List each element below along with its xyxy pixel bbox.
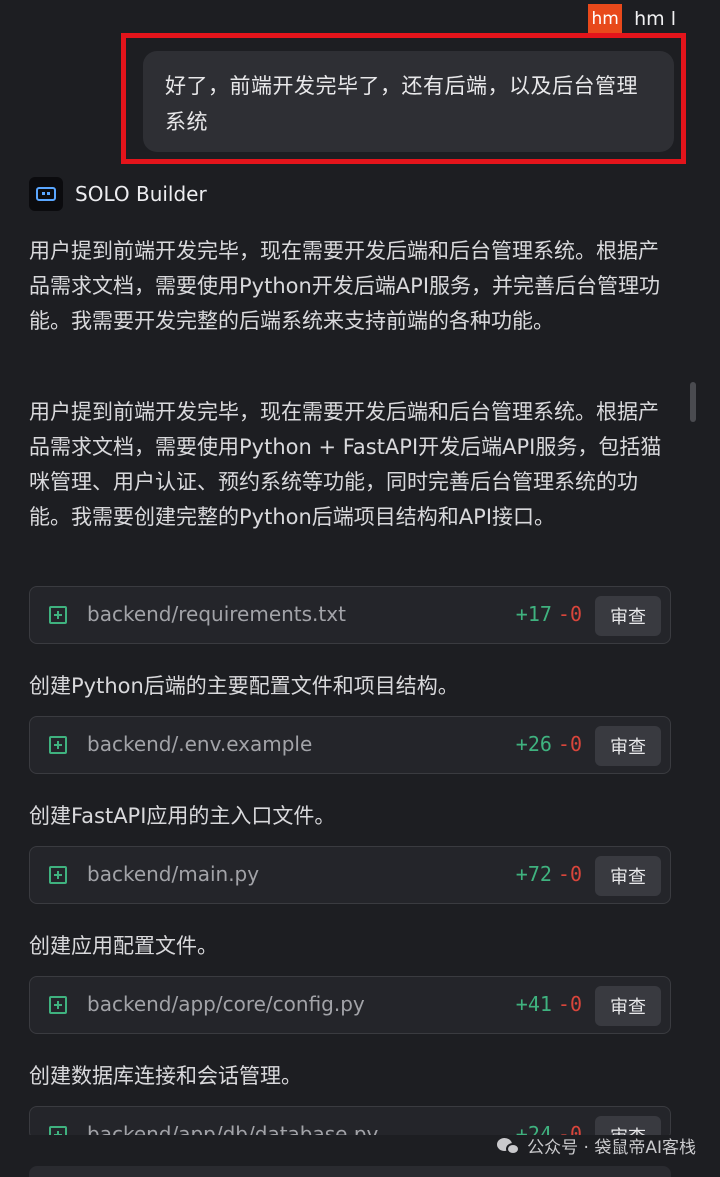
diff-stats: +17 -0 — [516, 602, 582, 626]
user-message: 好了，前端开发完毕了，还有后端，以及后台管理系统 — [143, 51, 674, 152]
username: hm l — [634, 8, 676, 30]
lines-added: +41 — [515, 992, 552, 1016]
watermark: 公众号 · 袋鼠帝AI客栈 — [497, 1133, 696, 1158]
avatar[interactable]: hm — [588, 4, 623, 34]
review-button[interactable]: 审查 — [595, 596, 661, 636]
chat-input[interactable] — [29, 1166, 671, 1177]
diff-stats: +41 -0 — [516, 992, 582, 1016]
file-add-icon — [49, 736, 67, 754]
lines-added: +26 — [515, 732, 552, 756]
file-change-card[interactable]: backend/requirements.txt +17 -0 审查 — [29, 586, 671, 644]
assistant-name: SOLO Builder — [75, 182, 207, 206]
file-change-card[interactable]: backend/.env.example +26 -0 审查 — [29, 716, 671, 774]
lines-added: +17 — [515, 602, 552, 626]
diff-stats: +26 -0 — [516, 732, 582, 756]
assistant-header: SOLO Builder — [29, 177, 207, 211]
watermark-text: 公众号 · 袋鼠帝AI客栈 — [527, 1138, 696, 1158]
wechat-icon — [497, 1136, 521, 1156]
lines-removed: -0 — [557, 732, 582, 756]
file-change-card[interactable]: backend/main.py +72 -0 审查 — [29, 846, 671, 904]
review-button[interactable]: 审查 — [595, 986, 661, 1026]
assistant-paragraph: 用户提到前端开发完毕，现在需要开发后端和后台管理系统。根据产品需求文档，需要使用… — [29, 400, 662, 529]
scrollbar[interactable] — [690, 382, 696, 422]
file-path[interactable]: backend/app/core/config.py — [87, 992, 365, 1016]
user-header: hm hm l — [588, 4, 676, 34]
step-description: 创建Python后端的主要配置文件和项目结构。 — [29, 674, 459, 698]
review-button[interactable]: 审查 — [595, 726, 661, 766]
lines-removed: -0 — [557, 602, 582, 626]
file-add-icon — [49, 606, 67, 624]
file-add-icon — [49, 996, 67, 1014]
lines-removed: -0 — [557, 992, 582, 1016]
step-description: 创建数据库连接和会话管理。 — [29, 1064, 302, 1088]
lines-added: +72 — [515, 862, 552, 886]
assistant-paragraph: 用户提到前端开发完毕，现在需要开发后端和后台管理系统。根据产品需求文档，需要使用… — [29, 239, 661, 333]
file-path[interactable]: backend/requirements.txt — [87, 602, 346, 626]
step-description: 创建应用配置文件。 — [29, 934, 218, 958]
terminal-icon — [29, 177, 63, 211]
review-button[interactable]: 审查 — [595, 856, 661, 896]
step-description: 创建FastAPI应用的主入口文件。 — [29, 804, 336, 828]
lines-removed: -0 — [557, 862, 582, 886]
diff-stats: +72 -0 — [516, 862, 582, 886]
file-path[interactable]: backend/main.py — [87, 862, 259, 886]
file-add-icon — [49, 866, 67, 884]
file-path[interactable]: backend/.env.example — [87, 732, 312, 756]
file-change-card[interactable]: backend/app/core/config.py +41 -0 审查 — [29, 976, 671, 1034]
